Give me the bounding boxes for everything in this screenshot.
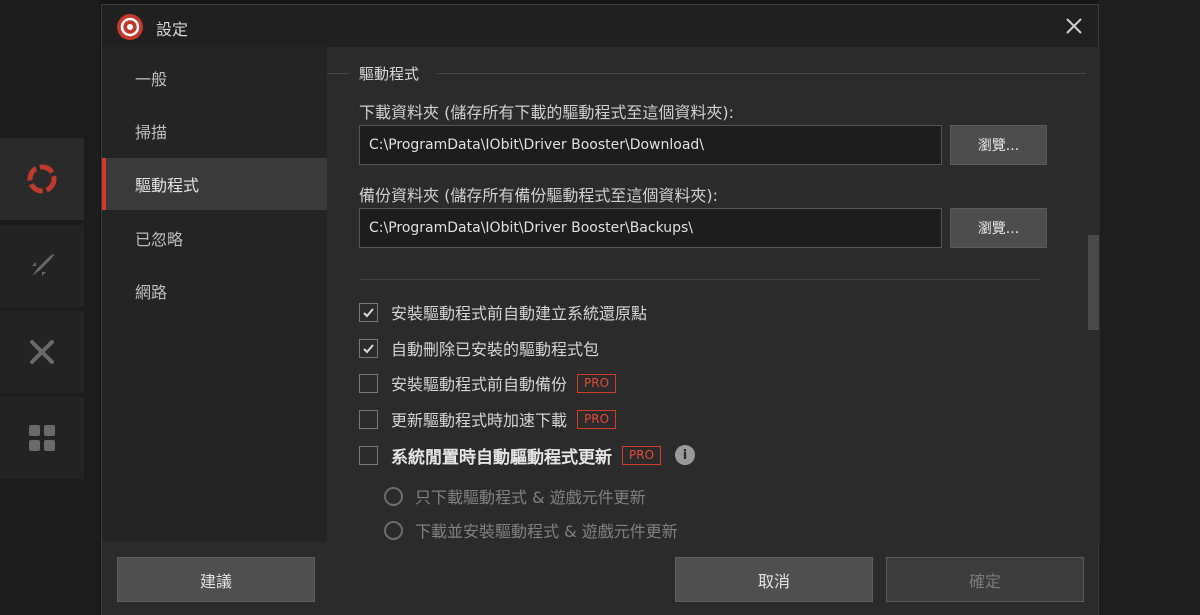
title-bar: 設定	[102, 5, 1098, 47]
cancel-button[interactable]: 取消	[675, 557, 873, 602]
grid-icon	[29, 425, 55, 451]
checkbox-checked[interactable]	[359, 338, 378, 358]
dialog-footer: 建議 取消 確定	[102, 542, 1098, 615]
backup-folder-label: 備份資料夾 (儲存所有備份驅動程式至這個資料夾):	[359, 186, 718, 205]
settings-sidebar: 一般 掃描 驅動程式 已忽略 網路	[102, 47, 327, 542]
backup-folder-input[interactable]: C:\ProgramData\IObit\Driver Booster\Back…	[359, 208, 942, 248]
info-icon[interactable]: i	[675, 445, 696, 465]
option-label: 更新驅動程式時加速下載	[391, 411, 568, 430]
option-speed-download[interactable]: 更新驅動程式時加速下載 PRO	[359, 406, 617, 432]
option-auto-backup[interactable]: 安裝驅動程式前自動備份 PRO	[359, 370, 617, 396]
background-app-area	[1098, 0, 1200, 615]
pro-badge: PRO	[577, 409, 617, 429]
options-divider	[359, 279, 1041, 280]
radio-download-install[interactable]: 下載並安裝驅動程式 & 遊戲元件更新	[384, 517, 678, 542]
section-title: 驅動程式	[359, 65, 420, 83]
bg-tab-boost	[0, 225, 84, 307]
option-idle-update[interactable]: 系統閒置時自動驅動程式更新 PRO i	[359, 442, 696, 468]
sidebar-item-ignored[interactable]: 已忽略	[102, 212, 327, 264]
tools-icon	[30, 340, 54, 364]
option-restore-point[interactable]: 安裝驅動程式前自動建立系統還原點	[359, 299, 647, 325]
driver-booster-logo-icon	[117, 14, 143, 40]
close-icon[interactable]	[1062, 14, 1086, 38]
option-label: 系統閒置時自動驅動程式更新	[391, 447, 612, 468]
radio-label: 下載並安裝驅動程式 & 遊戲元件更新	[415, 522, 678, 541]
download-folder-input[interactable]: C:\ProgramData\IObit\Driver Booster\Down…	[359, 125, 942, 165]
sidebar-item-general[interactable]: 一般	[102, 52, 327, 104]
radio-label: 只下載驅動程式 & 遊戲元件更新	[415, 488, 646, 507]
section-divider	[437, 73, 1087, 74]
sidebar-item-drivers[interactable]: 驅動程式	[102, 158, 327, 210]
dialog-title: 設定	[156, 20, 189, 39]
radio-button[interactable]	[384, 486, 403, 506]
download-folder-label: 下載資料夾 (儲存所有下載的驅動程式至這個資料夾):	[359, 103, 734, 122]
bg-tab-tools	[0, 311, 84, 393]
rocket-icon	[32, 254, 54, 276]
settings-dialog: 設定 一般 掃描 驅動程式 已忽略 網路 驅動程式 下載資料夾 (儲存所有下載的…	[101, 4, 1100, 615]
checkbox-checked[interactable]	[359, 302, 378, 322]
radio-button[interactable]	[384, 520, 403, 540]
scrollbar-thumb[interactable]	[1088, 235, 1099, 330]
option-label: 安裝驅動程式前自動建立系統還原點	[391, 304, 648, 323]
check-icon	[363, 307, 374, 317]
section-divider-left	[327, 73, 349, 74]
sidebar-item-scan[interactable]: 掃描	[102, 105, 327, 157]
bg-tab-scan	[0, 138, 84, 220]
pro-badge: PRO	[622, 445, 662, 465]
pro-badge: PRO	[577, 373, 617, 393]
backup-browse-button[interactable]: 瀏覽...	[950, 208, 1047, 248]
option-label: 自動刪除已安裝的驅動程式包	[391, 340, 600, 359]
radio-download-only[interactable]: 只下載驅動程式 & 遊戲元件更新	[384, 483, 646, 509]
checkbox-unchecked[interactable]	[359, 409, 378, 429]
checkbox-unchecked[interactable]	[359, 445, 378, 465]
bg-tab-apps	[0, 397, 84, 479]
download-browse-button[interactable]: 瀏覽...	[950, 125, 1047, 165]
option-label: 安裝驅動程式前自動備份	[391, 375, 568, 394]
background-app-sidebar	[0, 0, 100, 615]
ok-button[interactable]: 確定	[886, 557, 1084, 602]
settings-content: 驅動程式 下載資料夾 (儲存所有下載的驅動程式至這個資料夾): C:\Progr…	[327, 47, 1100, 542]
option-delete-packages[interactable]: 自動刪除已安裝的驅動程式包	[359, 335, 599, 361]
suggest-button[interactable]: 建議	[117, 557, 315, 602]
sidebar-item-network[interactable]: 網路	[102, 265, 327, 317]
checkbox-unchecked[interactable]	[359, 373, 378, 393]
scan-ring-icon	[27, 164, 57, 194]
check-icon	[363, 343, 374, 353]
